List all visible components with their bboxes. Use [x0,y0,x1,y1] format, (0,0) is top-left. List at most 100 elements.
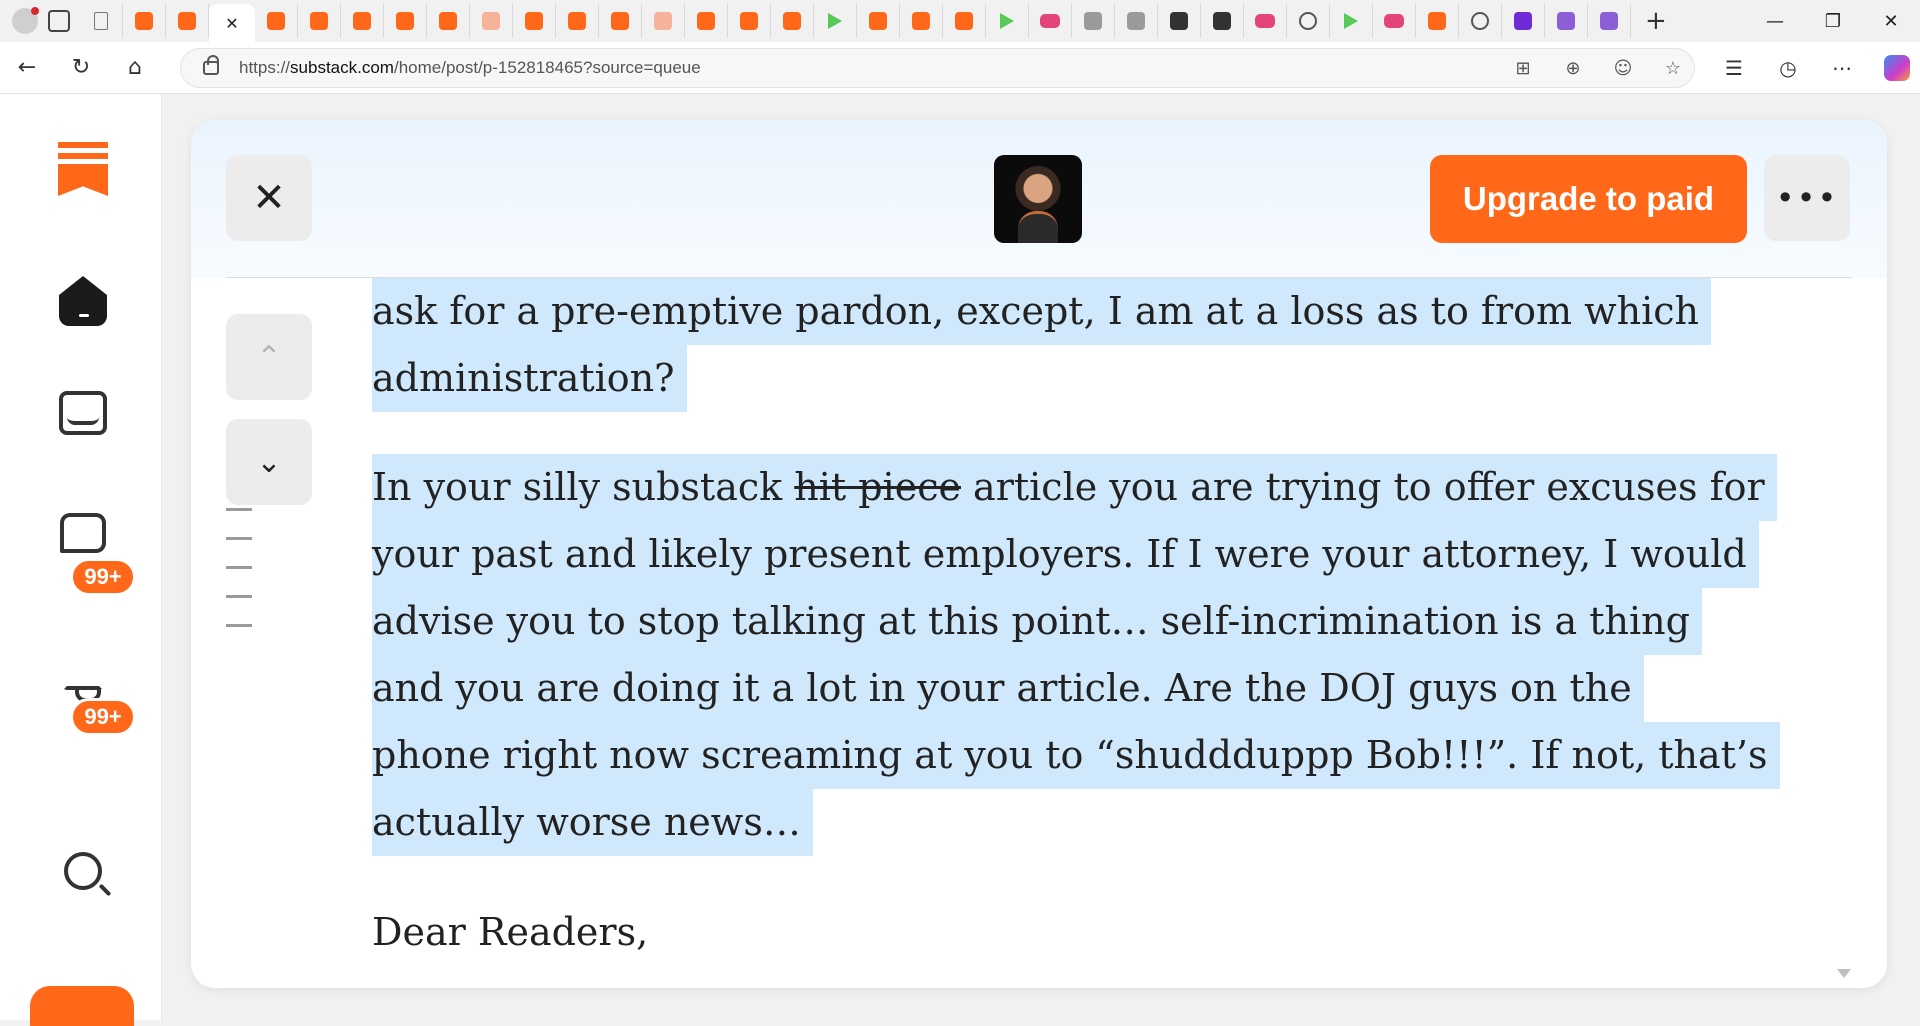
table-of-contents-indicator[interactable] [226,508,254,653]
browser-tab[interactable] [255,4,298,38]
author-avatar[interactable] [994,155,1082,243]
substack-icon [1428,12,1446,30]
browser-tab[interactable] [771,4,814,38]
browser-tab[interactable] [1545,4,1588,38]
browser-tab[interactable] [1373,4,1416,38]
browser-tab[interactable] [1201,4,1244,38]
close-reader-button[interactable]: ✕ [226,155,312,241]
browser-tab[interactable] [1158,4,1201,38]
browser-tab[interactable] [900,4,943,38]
inbox-icon[interactable] [56,386,110,440]
search-nav-icon[interactable] [56,844,110,898]
youtube-icon [1040,14,1060,28]
zoom-icon[interactable]: ⊕ [1562,58,1584,79]
browser-tab[interactable] [1502,4,1545,38]
browser-tab[interactable] [986,4,1029,38]
paragraph-line: and you are doing it a lot in your artic… [372,655,1644,722]
profile-icon[interactable] [12,7,39,34]
person-icon [654,12,672,30]
minimize-icon[interactable]: — [1746,11,1804,32]
play-icon [828,13,842,29]
back-icon[interactable]: ← [0,55,54,80]
browser-tab[interactable] [1330,4,1373,38]
lock-icon[interactable] [203,55,219,75]
settings-more-icon[interactable]: ⋯ [1830,56,1854,80]
browser-tab[interactable]: ✕ [209,4,255,42]
address-bar[interactable]: https://substack.com/home/post/p-1528184… [180,48,1695,88]
scroll-down-icon[interactable] [1837,969,1851,978]
browser-tab[interactable] [1244,4,1287,38]
play-icon [1000,13,1014,29]
substack-icon [697,12,715,30]
post-reader: ✕ Upgrade to paid ••• ⌃ ⌄ ask for a pre-… [191,120,1887,988]
browser-tab[interactable] [470,4,513,38]
chat-icon[interactable] [56,506,110,560]
activity-badge: 99+ [70,698,136,736]
substack-icon [525,12,543,30]
browser-tab[interactable] [599,4,642,38]
browser-tab[interactable] [513,4,556,38]
next-comment-button[interactable]: ⌄ [226,419,312,505]
browser-tab[interactable] [1287,4,1330,38]
browser-tab[interactable] [166,4,209,38]
strikethrough-text: hit piece [794,465,961,509]
paragraph-line: advise you to stop talking at this point… [372,588,1702,655]
youtube-icon [1384,14,1404,28]
copilot-icon[interactable] [1884,55,1910,81]
browser-tab[interactable] [1115,4,1158,38]
home-icon[interactable]: ⌂ [108,55,162,80]
more-options-button[interactable]: ••• [1764,155,1850,241]
url-path: /home/post/p-152818465?source=queue [393,58,701,77]
browser-tab[interactable] [427,4,470,38]
reading-icon[interactable]: ☺ [1612,58,1634,79]
tab-actions-icon[interactable] [48,10,70,32]
activity-bell-icon[interactable] [56,642,110,702]
favorite-star-icon[interactable]: ☆ [1662,58,1684,79]
browser-tab[interactable] [814,4,857,38]
refresh-icon[interactable]: ↻ [54,55,108,80]
browser-tab[interactable] [298,4,341,38]
browser-tab[interactable] [80,4,123,38]
substack-icon [396,12,414,30]
browser-tab[interactable] [642,4,685,38]
youtube-icon [1255,14,1275,28]
browser-tab[interactable] [728,4,771,38]
browser-tab[interactable] [943,4,986,38]
new-tab-button[interactable]: + [1645,6,1667,36]
home-nav-icon[interactable] [56,274,110,328]
app-available-icon[interactable]: ⊞ [1512,58,1534,79]
browser-tab[interactable] [123,4,166,38]
substack-icon [611,12,629,30]
browser-tab[interactable] [341,4,384,38]
url-text[interactable]: https://substack.com/home/post/p-1528184… [239,58,701,78]
substack-logo[interactable] [58,142,108,196]
browser-tab[interactable] [1029,4,1072,38]
search-icon [1127,12,1145,30]
yahoo-icon [1557,12,1575,30]
browser-tab[interactable] [384,4,427,38]
create-button[interactable] [30,986,134,1026]
substack-icon [783,12,801,30]
upgrade-to-paid-button[interactable]: Upgrade to paid [1430,155,1747,243]
browser-toolbar: ← ↻ ⌂ https://substack.com/home/post/p-1… [0,42,1920,94]
browser-tab[interactable] [1072,4,1115,38]
browser-tab[interactable] [1459,4,1502,38]
browser-tab[interactable] [1416,4,1459,38]
browser-tab[interactable] [1588,4,1631,38]
grid-icon [1299,12,1317,30]
history-icon[interactable]: ◷ [1776,56,1800,80]
previous-comment-button[interactable]: ⌃ [226,314,312,400]
browser-tab[interactable] [857,4,900,38]
paragraph-line: your past and likely present employers. … [372,521,1759,588]
paragraph-line: ask for a pre-emptive pardon, except, I … [372,278,1712,345]
restore-icon[interactable]: ❐ [1804,11,1862,32]
substack-icon [178,12,196,30]
browser-tab[interactable] [556,4,599,38]
chat-badge: 99+ [70,558,136,596]
close-icon[interactable]: ✕ [225,14,238,33]
browser-tab[interactable] [685,4,728,38]
window-close-icon[interactable]: ✕ [1862,11,1920,32]
substack-icon [135,12,153,30]
favorites-icon[interactable]: ☰ [1722,56,1746,80]
play-icon [1344,13,1358,29]
